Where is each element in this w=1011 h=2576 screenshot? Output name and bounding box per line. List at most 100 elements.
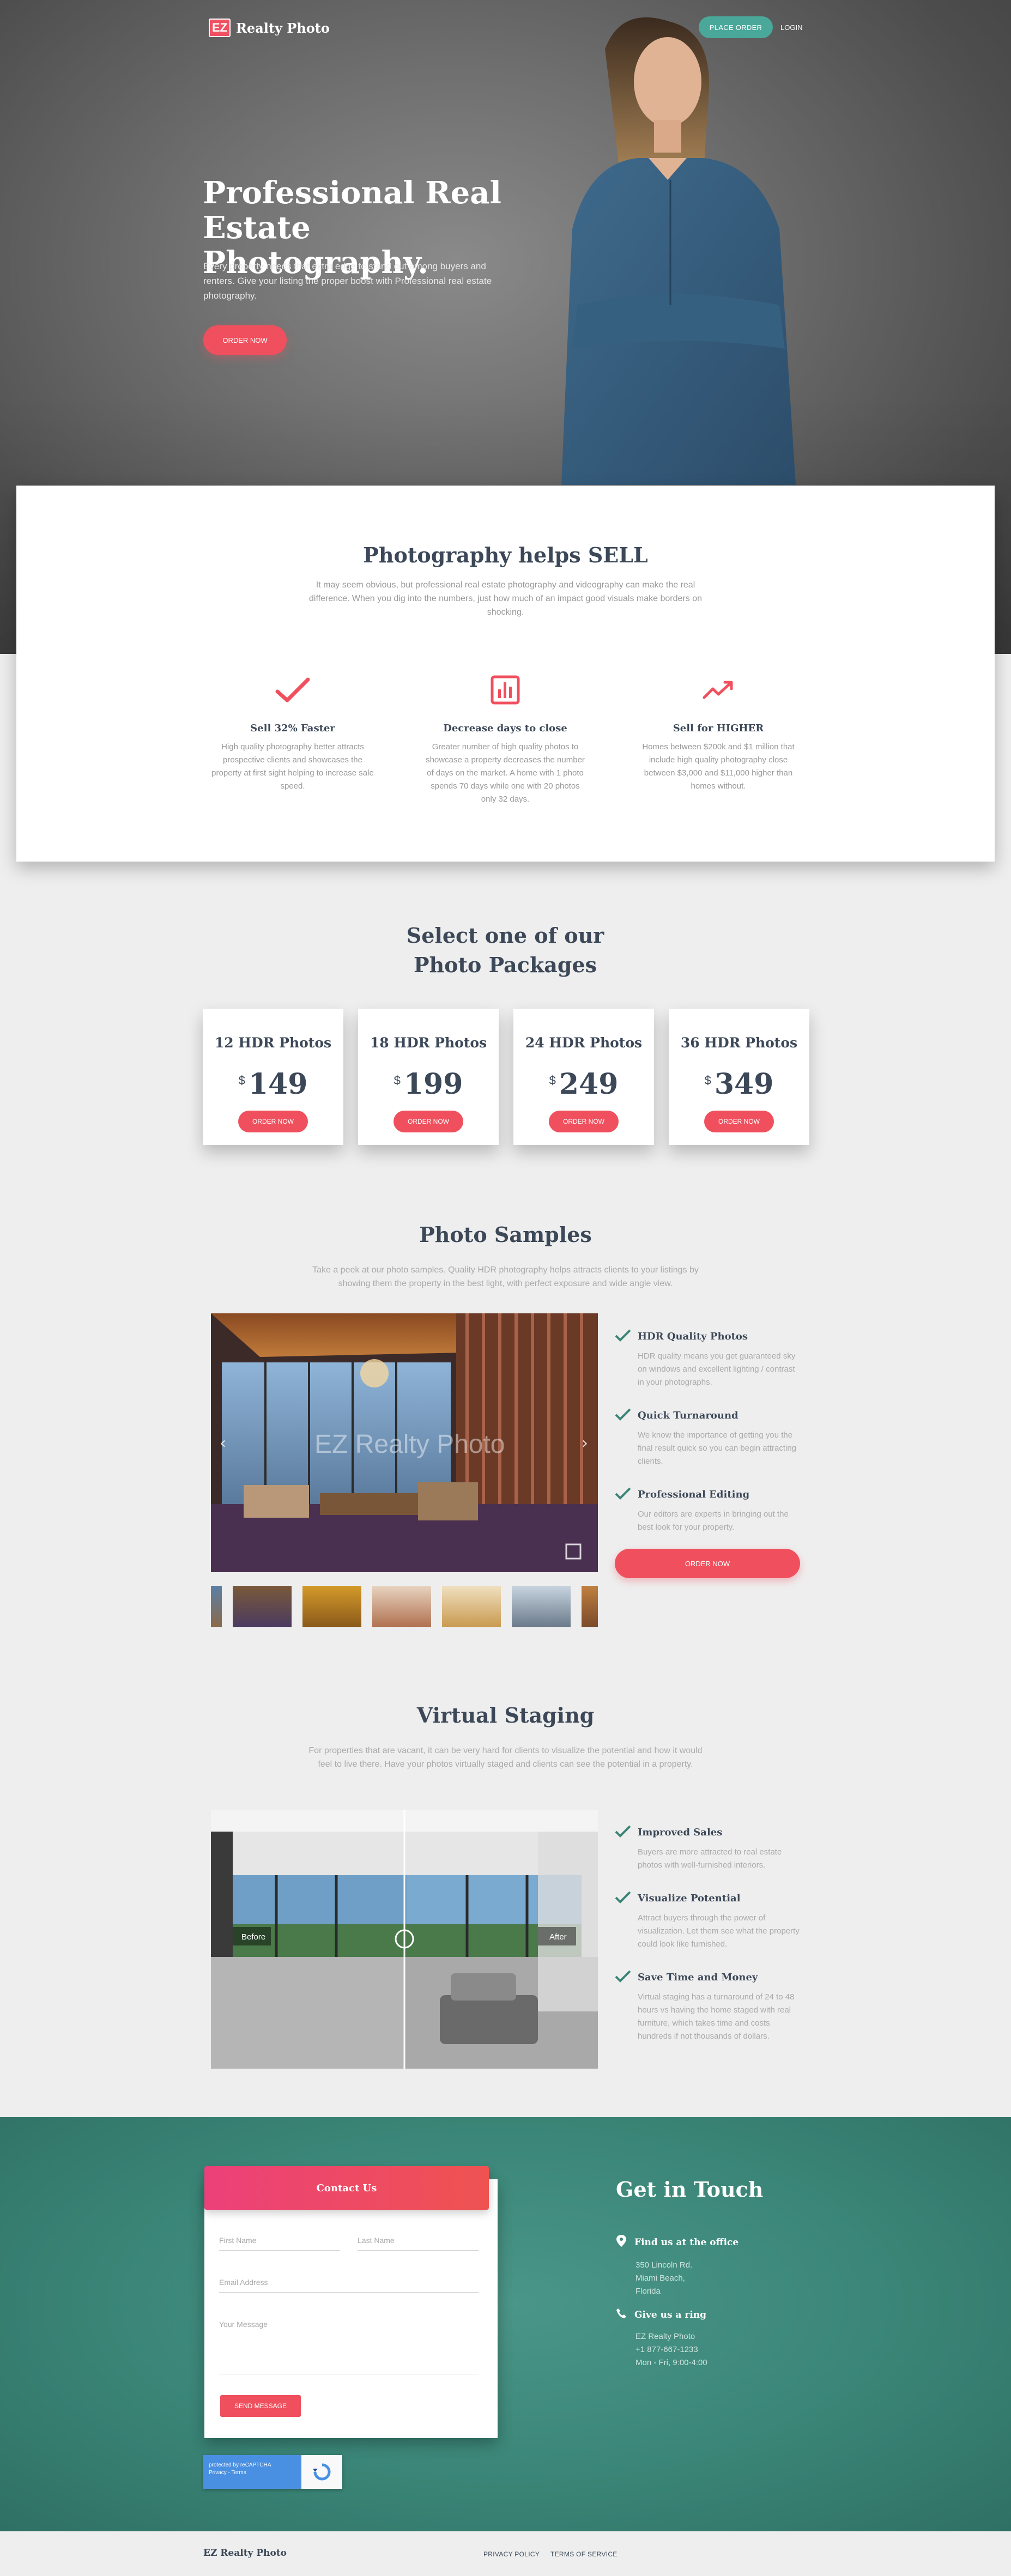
- recaptcha-links[interactable]: Privacy - Terms: [209, 2469, 296, 2477]
- staging-subtitle: For properties that are vacant, it can b…: [308, 1746, 703, 1769]
- recaptcha-text: protected by reCAPTCHA: [209, 2462, 271, 2468]
- contact-form-title: Contact Us: [204, 2166, 489, 2210]
- brand[interactable]: EZ Realty Photo: [209, 19, 330, 37]
- package-order-button[interactable]: ORDER NOW: [393, 1111, 463, 1132]
- staging-comparison-image[interactable]: Before After: [211, 1810, 598, 2069]
- svg-text:›: ›: [582, 1434, 588, 1453]
- footer-brand[interactable]: EZ Realty Photo: [203, 2548, 287, 2559]
- feature-item: HDR Quality Photos HDR quality means you …: [615, 1329, 800, 1389]
- phone-icon: [616, 2308, 627, 2322]
- first-name-field[interactable]: First Name: [219, 2236, 340, 2251]
- feature-text: Our editors are experts in bringing out …: [638, 1510, 789, 1532]
- last-name-field[interactable]: Last Name: [358, 2236, 479, 2251]
- currency-symbol: $: [549, 1074, 556, 1087]
- brand-logo: EZ: [209, 19, 231, 37]
- check-icon: [211, 674, 374, 706]
- check-icon: [615, 1408, 631, 1468]
- feature-item: Visualize Potential Attract buyers throug…: [615, 1890, 800, 1951]
- package-card: 36 HDR Photos $349 ORDER NOW: [669, 1009, 809, 1145]
- feature-item: Improved Sales Buyers are more attracted …: [615, 1825, 800, 1872]
- trending-up-icon: [637, 674, 800, 706]
- privacy-policy-link[interactable]: PRIVACY POLICY: [483, 2550, 540, 2558]
- price-value: 199: [403, 1068, 463, 1101]
- feature-title: Quick Turnaround: [638, 1410, 738, 1421]
- sell-subtitle: It may seem obvious, but professional re…: [309, 580, 702, 617]
- price-value: 349: [714, 1068, 774, 1101]
- feature-text: HDR quality means you get guaranteed sky…: [638, 1351, 796, 1387]
- office-line: 350 Lincoln Rd.: [635, 2260, 693, 2270]
- feature-sell-faster: Sell 32% Faster High quality photography…: [211, 674, 374, 793]
- feature-decrease-days: Decrease days to close Greater number of…: [423, 674, 587, 806]
- samples-title: Photo Samples: [419, 1222, 592, 1247]
- contact-section: [0, 2117, 1011, 2531]
- currency-symbol: $: [393, 1074, 401, 1087]
- check-icon: [615, 1329, 631, 1389]
- feature-item: Quick Turnaround We know the importance o…: [615, 1408, 800, 1468]
- thumbnail[interactable]: [372, 1586, 431, 1627]
- check-icon: [615, 1487, 631, 1534]
- sample-gallery-image: EZ Realty Photo ‹ ›: [211, 1313, 598, 1572]
- package-card: 24 HDR Photos $249 ORDER NOW: [513, 1009, 654, 1145]
- recaptcha-icon: [301, 2455, 342, 2489]
- feature-text: Buyers are more attracted to real estate…: [638, 1847, 782, 1870]
- send-message-button[interactable]: SEND MESSAGE: [220, 2395, 301, 2417]
- recaptcha-badge[interactable]: protected by reCAPTCHA Privacy - Terms: [203, 2455, 342, 2489]
- thumbnail[interactable]: [233, 1586, 292, 1627]
- sell-title: Photography helps SELL: [363, 543, 648, 567]
- price-value: 249: [559, 1068, 619, 1101]
- hero-woman-photo: [561, 17, 796, 485]
- feature-text: Virtual staging has a turnaround of 24 t…: [638, 1992, 795, 2041]
- package-order-button[interactable]: ORDER NOW: [704, 1111, 774, 1132]
- package-price: $199: [358, 1070, 499, 1099]
- get-in-touch-title: Get in Touch: [616, 2177, 764, 2202]
- svg-text:‹: ‹: [220, 1434, 226, 1453]
- samples-order-button[interactable]: ORDER NOW: [615, 1549, 800, 1578]
- check-icon: [615, 1890, 631, 1951]
- thumbnail[interactable]: [211, 1586, 222, 1627]
- package-name: 24 HDR Photos: [525, 1035, 643, 1051]
- currency-symbol: $: [238, 1074, 245, 1087]
- thumbnail[interactable]: [512, 1586, 571, 1627]
- currency-symbol: $: [704, 1074, 711, 1087]
- email-field[interactable]: Email Address: [219, 2278, 479, 2293]
- package-price: $149: [203, 1070, 343, 1099]
- thumbnail[interactable]: [582, 1586, 598, 1627]
- message-field[interactable]: Your Message: [219, 2320, 479, 2374]
- feature-title: Sell for HIGHER: [673, 723, 764, 734]
- package-card: 18 HDR Photos $199 ORDER NOW: [358, 1009, 499, 1145]
- brand-name: Realty Photo: [236, 20, 330, 36]
- package-name: 12 HDR Photos: [214, 1035, 332, 1051]
- thumbnail[interactable]: [302, 1586, 361, 1627]
- before-label: Before: [241, 1932, 265, 1942]
- feature-item: Professional Editing Our editors are expe…: [615, 1487, 800, 1534]
- feature-sell-higher: Sell for HIGHER Homes between $200k and …: [637, 674, 800, 793]
- package-name: 18 HDR Photos: [370, 1035, 487, 1051]
- package-order-button[interactable]: ORDER NOW: [549, 1111, 619, 1132]
- location-pin-icon: [616, 2234, 627, 2250]
- package-order-button[interactable]: ORDER NOW: [238, 1111, 308, 1132]
- price-value: 149: [248, 1068, 308, 1101]
- samples-feature-list: HDR Quality Photos HDR quality means you …: [615, 1329, 800, 1553]
- thumbnail[interactable]: [442, 1586, 501, 1627]
- feature-text: We know the importance of getting you th…: [638, 1431, 796, 1466]
- feature-text: Attract buyers through the power of visu…: [638, 1913, 800, 1949]
- feature-title: Save Time and Money: [638, 1972, 758, 1983]
- login-link[interactable]: LOGIN: [780, 16, 802, 38]
- ring-line: EZ Realty Photo: [635, 2332, 695, 2341]
- ring-line: Mon - Fri, 9:00-4:00: [635, 2358, 707, 2367]
- package-name: 36 HDR Photos: [680, 1035, 798, 1051]
- hero-text: Every property needs that extra edge to …: [203, 261, 492, 301]
- package-card: 12 HDR Photos $149 ORDER NOW: [203, 1009, 343, 1145]
- samples-subtitle: Take a peek at our photo samples. Qualit…: [312, 1265, 699, 1288]
- hero-order-button[interactable]: ORDER NOW: [203, 325, 287, 355]
- feature-text: Homes between $200k and $1 million that …: [642, 742, 795, 791]
- feature-text: Greater number of high quality photos to…: [426, 742, 585, 804]
- feature-item: Save Time and Money Virtual staging has a…: [615, 1969, 800, 2043]
- place-order-button[interactable]: PLACE ORDER: [699, 16, 773, 38]
- sell-card: Photography helps SELL It may seem obvio…: [16, 486, 995, 862]
- feature-title: Sell 32% Faster: [250, 723, 335, 734]
- feature-title: HDR Quality Photos: [638, 1331, 748, 1342]
- terms-link[interactable]: TERMS OF SERVICE: [550, 2550, 618, 2558]
- after-label: After: [549, 1932, 567, 1942]
- ring-line[interactable]: +1 877-667-1233: [635, 2343, 707, 2356]
